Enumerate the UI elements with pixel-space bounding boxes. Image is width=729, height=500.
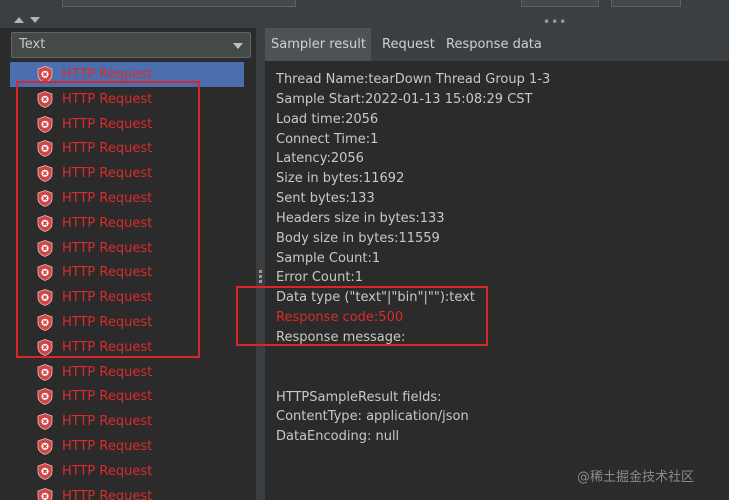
tree-item[interactable]: HTTP Request [0, 459, 256, 484]
result-line: Thread Name:tearDown Thread Group 1-3 [276, 72, 551, 87]
result-line: Connect Time:1 [276, 131, 379, 147]
collapse-up-icon[interactable] [14, 17, 24, 23]
result-line: Size in bytes:11692 [276, 171, 405, 187]
expand-down-icon[interactable] [30, 17, 40, 23]
error-shield-icon [37, 388, 53, 406]
tree-item[interactable]: HTTP Request [0, 484, 256, 500]
top-button-2[interactable] [611, 0, 681, 7]
top-toolbar: ••• [0, 0, 729, 29]
tree-item-label: HTTP Request [62, 364, 153, 380]
tree-item[interactable]: HTTP Request [0, 384, 256, 409]
result-line: Load time:2056 [276, 111, 379, 127]
tree-item[interactable]: HTTP Request [0, 409, 256, 434]
result-line: Body size in bytes:11559 [276, 230, 440, 246]
error-shield-icon [37, 462, 53, 480]
renderer-select-value: Text [19, 37, 46, 52]
top-button-1[interactable] [521, 0, 599, 7]
divider-grip-icon[interactable] [259, 270, 262, 285]
tree-item-label: HTTP Request [62, 67, 153, 82]
tree-item[interactable]: HTTP Request [0, 360, 256, 385]
result-line: Latency:2056 [276, 151, 364, 167]
renderer-select[interactable]: Text [11, 32, 251, 58]
annotation-box-response-code [236, 286, 488, 346]
result-line: Headers size in bytes:133 [276, 210, 445, 226]
top-input-field[interactable] [62, 0, 296, 7]
drag-handle-icon[interactable]: ••• [543, 15, 567, 29]
result-line [276, 348, 550, 368]
tree-item[interactable]: HTTP Request [0, 434, 256, 459]
result-line: ContentType: application/json [276, 409, 469, 425]
tree-item-label: HTTP Request [62, 488, 153, 500]
error-shield-icon [37, 413, 53, 431]
tab-request[interactable]: Request [382, 37, 435, 52]
tree-item-label: HTTP Request [62, 414, 153, 430]
result-tabs: Sampler result Request Response data [265, 28, 729, 61]
result-line: DataEncoding: null [276, 429, 400, 445]
error-shield-icon [37, 438, 53, 455]
watermark: @稀土掘金技术社区 [577, 470, 695, 485]
tab-sampler-result[interactable]: Sampler result [265, 28, 371, 61]
chevron-down-icon[interactable] [233, 43, 243, 49]
result-line: Sample Count:1 [276, 250, 381, 266]
tree-item-label: HTTP Request [62, 439, 153, 454]
tab-response-data[interactable]: Response data [446, 37, 542, 52]
tree-item-label: HTTP Request [62, 389, 153, 405]
sampler-result-text: Thread Name:tearDown Thread Group 1-3 Sam… [276, 70, 550, 447]
tree-item-label: HTTP Request [62, 463, 153, 479]
split-pane-divider[interactable] [256, 28, 265, 500]
result-line: Sent bytes:133 [276, 191, 375, 207]
annotation-box-requests [16, 81, 200, 358]
result-line [276, 368, 550, 388]
result-line: Sample Start:2022-01-13 15:08:29 CST [276, 91, 533, 107]
error-shield-icon [37, 363, 53, 381]
error-shield-icon [37, 487, 53, 500]
result-line: HTTPSampleResult fields: [276, 389, 442, 405]
